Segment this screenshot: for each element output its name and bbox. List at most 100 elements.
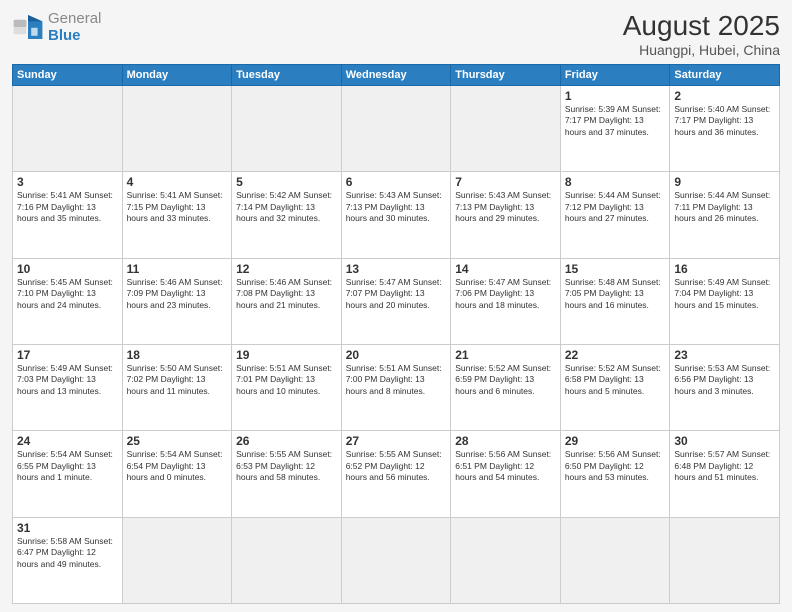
calendar-cell: 13Sunrise: 5:47 AM Sunset: 7:07 PM Dayli…: [341, 258, 451, 344]
weekday-header: Saturday: [670, 65, 780, 86]
weekday-header: Thursday: [451, 65, 561, 86]
cell-day-number: 5: [236, 175, 337, 189]
calendar-cell: [232, 86, 342, 172]
cell-day-number: 13: [346, 262, 447, 276]
calendar-cell: [232, 517, 342, 603]
calendar-cell: 11Sunrise: 5:46 AM Sunset: 7:09 PM Dayli…: [122, 258, 232, 344]
title-block: August 2025 Huangpi, Hubei, China: [623, 10, 780, 58]
calendar-cell: 14Sunrise: 5:47 AM Sunset: 7:06 PM Dayli…: [451, 258, 561, 344]
calendar-cell: [451, 86, 561, 172]
cell-info-text: Sunrise: 5:54 AM Sunset: 6:55 PM Dayligh…: [17, 449, 118, 483]
cell-info-text: Sunrise: 5:41 AM Sunset: 7:15 PM Dayligh…: [127, 190, 228, 224]
cell-day-number: 21: [455, 348, 556, 362]
cell-day-number: 22: [565, 348, 666, 362]
cell-info-text: Sunrise: 5:40 AM Sunset: 7:17 PM Dayligh…: [674, 104, 775, 138]
calendar-cell: 6Sunrise: 5:43 AM Sunset: 7:13 PM Daylig…: [341, 172, 451, 258]
calendar-week-row: 31Sunrise: 5:58 AM Sunset: 6:47 PM Dayli…: [13, 517, 780, 603]
cell-day-number: 23: [674, 348, 775, 362]
cell-info-text: Sunrise: 5:58 AM Sunset: 6:47 PM Dayligh…: [17, 536, 118, 570]
calendar-cell: 20Sunrise: 5:51 AM Sunset: 7:00 PM Dayli…: [341, 344, 451, 430]
calendar-cell: 8Sunrise: 5:44 AM Sunset: 7:12 PM Daylig…: [560, 172, 670, 258]
calendar-cell: 15Sunrise: 5:48 AM Sunset: 7:05 PM Dayli…: [560, 258, 670, 344]
calendar-cell: 17Sunrise: 5:49 AM Sunset: 7:03 PM Dayli…: [13, 344, 123, 430]
cell-day-number: 4: [127, 175, 228, 189]
cell-day-number: 2: [674, 89, 775, 103]
calendar-cell: 18Sunrise: 5:50 AM Sunset: 7:02 PM Dayli…: [122, 344, 232, 430]
cell-info-text: Sunrise: 5:51 AM Sunset: 7:01 PM Dayligh…: [236, 363, 337, 397]
calendar-cell: 26Sunrise: 5:55 AM Sunset: 6:53 PM Dayli…: [232, 431, 342, 517]
page-header: General Blue August 2025 Huangpi, Hubei,…: [12, 10, 780, 58]
cell-day-number: 12: [236, 262, 337, 276]
weekday-header: Tuesday: [232, 65, 342, 86]
cell-day-number: 15: [565, 262, 666, 276]
cell-day-number: 31: [17, 521, 118, 535]
calendar-cell: 2Sunrise: 5:40 AM Sunset: 7:17 PM Daylig…: [670, 86, 780, 172]
cell-day-number: 28: [455, 434, 556, 448]
cell-day-number: 17: [17, 348, 118, 362]
cell-info-text: Sunrise: 5:49 AM Sunset: 7:03 PM Dayligh…: [17, 363, 118, 397]
calendar-cell: [341, 86, 451, 172]
cell-info-text: Sunrise: 5:53 AM Sunset: 6:56 PM Dayligh…: [674, 363, 775, 397]
cell-day-number: 10: [17, 262, 118, 276]
cell-info-text: Sunrise: 5:55 AM Sunset: 6:53 PM Dayligh…: [236, 449, 337, 483]
calendar-cell: 16Sunrise: 5:49 AM Sunset: 7:04 PM Dayli…: [670, 258, 780, 344]
cell-day-number: 19: [236, 348, 337, 362]
cell-info-text: Sunrise: 5:52 AM Sunset: 6:59 PM Dayligh…: [455, 363, 556, 397]
calendar-cell: 1Sunrise: 5:39 AM Sunset: 7:17 PM Daylig…: [560, 86, 670, 172]
cell-day-number: 30: [674, 434, 775, 448]
cell-day-number: 18: [127, 348, 228, 362]
calendar-week-row: 24Sunrise: 5:54 AM Sunset: 6:55 PM Dayli…: [13, 431, 780, 517]
cell-info-text: Sunrise: 5:39 AM Sunset: 7:17 PM Dayligh…: [565, 104, 666, 138]
calendar-cell: 29Sunrise: 5:56 AM Sunset: 6:50 PM Dayli…: [560, 431, 670, 517]
cell-info-text: Sunrise: 5:49 AM Sunset: 7:04 PM Dayligh…: [674, 277, 775, 311]
calendar-cell: [122, 517, 232, 603]
cell-info-text: Sunrise: 5:56 AM Sunset: 6:50 PM Dayligh…: [565, 449, 666, 483]
cell-day-number: 24: [17, 434, 118, 448]
weekday-header: Sunday: [13, 65, 123, 86]
location: Huangpi, Hubei, China: [623, 42, 780, 58]
cell-day-number: 27: [346, 434, 447, 448]
calendar-cell: 9Sunrise: 5:44 AM Sunset: 7:11 PM Daylig…: [670, 172, 780, 258]
calendar-table: SundayMondayTuesdayWednesdayThursdayFrid…: [12, 64, 780, 604]
calendar-cell: 28Sunrise: 5:56 AM Sunset: 6:51 PM Dayli…: [451, 431, 561, 517]
cell-info-text: Sunrise: 5:44 AM Sunset: 7:11 PM Dayligh…: [674, 190, 775, 224]
cell-info-text: Sunrise: 5:46 AM Sunset: 7:08 PM Dayligh…: [236, 277, 337, 311]
calendar-cell: 5Sunrise: 5:42 AM Sunset: 7:14 PM Daylig…: [232, 172, 342, 258]
weekday-header: Friday: [560, 65, 670, 86]
cell-info-text: Sunrise: 5:57 AM Sunset: 6:48 PM Dayligh…: [674, 449, 775, 483]
calendar-cell: 21Sunrise: 5:52 AM Sunset: 6:59 PM Dayli…: [451, 344, 561, 430]
calendar-week-row: 1Sunrise: 5:39 AM Sunset: 7:17 PM Daylig…: [13, 86, 780, 172]
calendar-cell: 7Sunrise: 5:43 AM Sunset: 7:13 PM Daylig…: [451, 172, 561, 258]
calendar-cell: [670, 517, 780, 603]
calendar-header-row: SundayMondayTuesdayWednesdayThursdayFrid…: [13, 65, 780, 86]
weekday-header: Wednesday: [341, 65, 451, 86]
cell-info-text: Sunrise: 5:48 AM Sunset: 7:05 PM Dayligh…: [565, 277, 666, 311]
month-year: August 2025: [623, 10, 780, 42]
calendar-cell: [341, 517, 451, 603]
cell-info-text: Sunrise: 5:47 AM Sunset: 7:07 PM Dayligh…: [346, 277, 447, 311]
calendar-cell: [13, 86, 123, 172]
calendar-cell: 12Sunrise: 5:46 AM Sunset: 7:08 PM Dayli…: [232, 258, 342, 344]
cell-day-number: 16: [674, 262, 775, 276]
cell-day-number: 8: [565, 175, 666, 189]
calendar-week-row: 3Sunrise: 5:41 AM Sunset: 7:16 PM Daylig…: [13, 172, 780, 258]
calendar-cell: 27Sunrise: 5:55 AM Sunset: 6:52 PM Dayli…: [341, 431, 451, 517]
cell-info-text: Sunrise: 5:42 AM Sunset: 7:14 PM Dayligh…: [236, 190, 337, 224]
calendar-cell: 10Sunrise: 5:45 AM Sunset: 7:10 PM Dayli…: [13, 258, 123, 344]
cell-day-number: 11: [127, 262, 228, 276]
cell-info-text: Sunrise: 5:44 AM Sunset: 7:12 PM Dayligh…: [565, 190, 666, 224]
cell-info-text: Sunrise: 5:43 AM Sunset: 7:13 PM Dayligh…: [455, 190, 556, 224]
cell-info-text: Sunrise: 5:55 AM Sunset: 6:52 PM Dayligh…: [346, 449, 447, 483]
calendar-cell: [560, 517, 670, 603]
calendar-cell: 23Sunrise: 5:53 AM Sunset: 6:56 PM Dayli…: [670, 344, 780, 430]
cell-info-text: Sunrise: 5:51 AM Sunset: 7:00 PM Dayligh…: [346, 363, 447, 397]
calendar-cell: 22Sunrise: 5:52 AM Sunset: 6:58 PM Dayli…: [560, 344, 670, 430]
cell-info-text: Sunrise: 5:54 AM Sunset: 6:54 PM Dayligh…: [127, 449, 228, 483]
cell-day-number: 14: [455, 262, 556, 276]
cell-day-number: 3: [17, 175, 118, 189]
cell-info-text: Sunrise: 5:45 AM Sunset: 7:10 PM Dayligh…: [17, 277, 118, 311]
cell-info-text: Sunrise: 5:50 AM Sunset: 7:02 PM Dayligh…: [127, 363, 228, 397]
calendar-cell: 25Sunrise: 5:54 AM Sunset: 6:54 PM Dayli…: [122, 431, 232, 517]
calendar-cell: 24Sunrise: 5:54 AM Sunset: 6:55 PM Dayli…: [13, 431, 123, 517]
cell-day-number: 7: [455, 175, 556, 189]
